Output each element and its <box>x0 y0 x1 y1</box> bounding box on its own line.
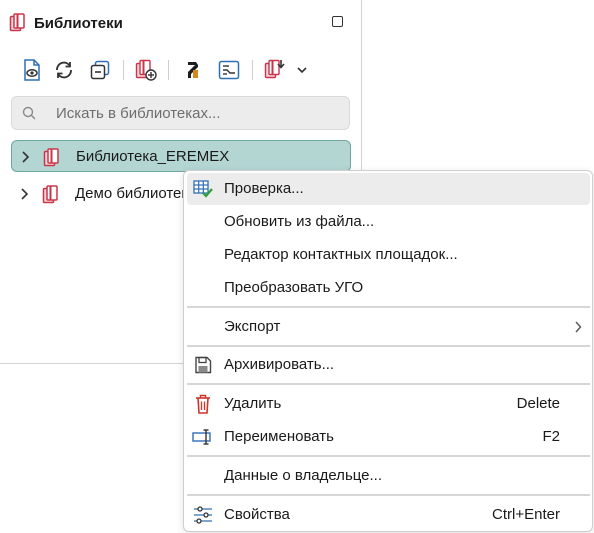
toolbar-separator <box>123 60 124 80</box>
chevron-right-icon[interactable] <box>20 150 30 168</box>
menu-separator <box>187 306 590 308</box>
menu-separator <box>187 494 590 496</box>
rename-icon <box>192 427 214 447</box>
toolbar <box>0 55 361 85</box>
eremex-logo-icon[interactable] <box>181 58 205 82</box>
maximize-button[interactable] <box>332 16 343 27</box>
chevron-right-icon <box>574 320 582 338</box>
menu-separator <box>187 345 590 347</box>
tree-item-library-eremex[interactable]: Библиотека_EREMEX <box>11 140 351 172</box>
toolbar-separator <box>168 60 169 80</box>
menu-item-label: Преобразовать УГО <box>224 279 364 296</box>
save-archive-icon <box>192 355 214 375</box>
panel-title: Библиотеки <box>34 15 123 32</box>
search-icon <box>22 106 36 125</box>
refresh-icon[interactable] <box>52 58 76 82</box>
view-document-icon[interactable] <box>20 58 44 82</box>
component-editor-icon[interactable] <box>217 58 241 82</box>
toolbar-separator <box>252 60 253 80</box>
menu-item-delete[interactable]: Удалить Delete <box>187 388 590 420</box>
panel-header: Библиотеки <box>0 0 361 46</box>
shortcut-label: F2 <box>542 428 560 445</box>
menu-item-label: Проверка... <box>224 180 304 197</box>
library-books-icon <box>43 148 60 173</box>
menu-item-pad-editor[interactable]: Редактор контактных площадок... <box>187 239 590 271</box>
menu-item-rename[interactable]: Переименовать F2 <box>187 421 590 453</box>
search-input[interactable] <box>56 97 341 129</box>
shortcut-label: Delete <box>516 395 560 412</box>
check-table-icon <box>192 179 214 199</box>
settings-sliders-icon <box>192 505 214 525</box>
menu-item-label: Архивировать... <box>224 356 335 373</box>
menu-item-label: Редактор контактных площадок... <box>224 246 458 263</box>
menu-item-label: Данные о владельце... <box>224 467 383 484</box>
menu-separator <box>187 383 590 385</box>
menu-item-label: Переименовать <box>224 428 334 445</box>
tree-item-label: Демо библиотека <box>75 185 197 202</box>
library-search <box>11 96 350 130</box>
import-library-icon[interactable] <box>263 58 287 82</box>
context-menu: Проверка... Обновить из файла... Редакто… <box>183 170 593 532</box>
tree-item-label: Библиотека_EREMEX <box>76 148 230 165</box>
menu-item-convert-symbol[interactable]: Преобразовать УГО <box>187 272 590 304</box>
menu-item-label: Обновить из файла... <box>224 213 375 230</box>
collapse-all-icon[interactable] <box>88 58 112 82</box>
menu-item-update-from-file[interactable]: Обновить из файла... <box>187 206 590 238</box>
menu-item-export[interactable]: Экспорт <box>187 311 590 343</box>
menu-item-properties[interactable]: Свойства Ctrl+Enter <box>187 499 590 531</box>
add-library-icon[interactable] <box>134 58 158 82</box>
menu-separator <box>187 455 590 457</box>
trash-icon <box>192 394 214 414</box>
menu-item-label: Удалить <box>224 395 282 412</box>
menu-item-archive[interactable]: Архивировать... <box>187 349 590 381</box>
menu-item-owner-data[interactable]: Данные о владельце... <box>187 460 590 492</box>
library-books-icon <box>9 13 26 38</box>
library-books-icon <box>42 185 59 210</box>
menu-item-label: Экспорт <box>224 318 281 335</box>
shortcut-label: Ctrl+Enter <box>492 506 560 523</box>
chevron-right-icon[interactable] <box>19 187 29 205</box>
chevron-down-icon[interactable] <box>290 58 314 82</box>
menu-item-check[interactable]: Проверка... <box>187 173 590 205</box>
menu-item-label: Свойства <box>224 506 290 523</box>
